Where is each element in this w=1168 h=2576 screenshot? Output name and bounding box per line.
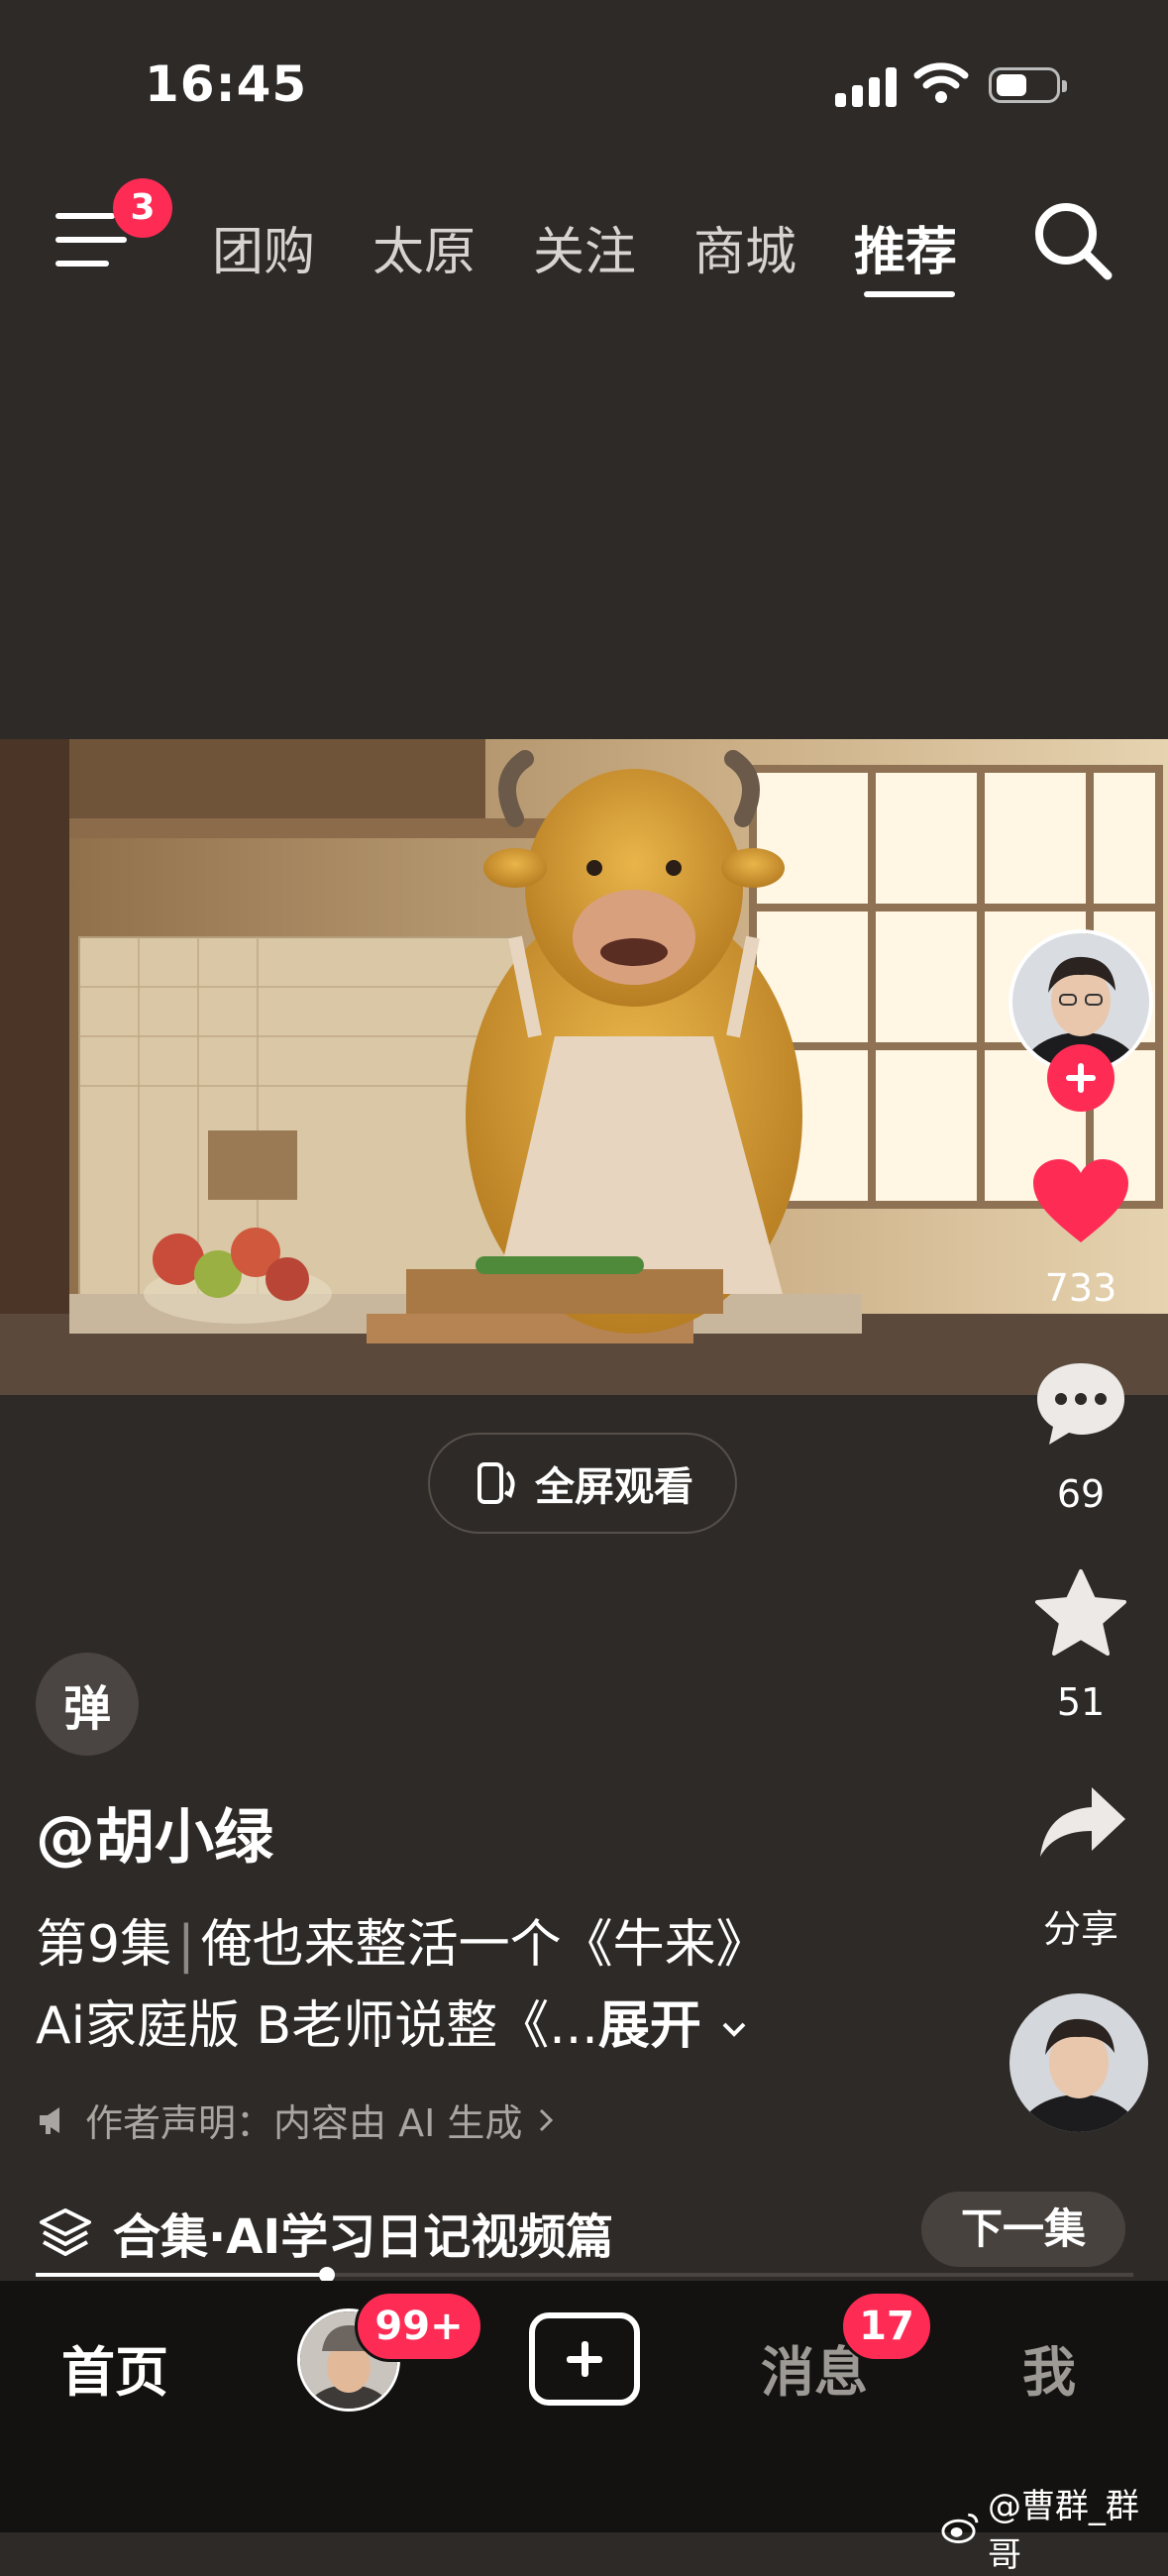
like-heart-icon[interactable] — [1031, 1157, 1130, 1246]
status-time: 16:45 — [145, 55, 308, 113]
fullscreen-button[interactable]: 全屏观看 — [428, 1433, 737, 1534]
megaphone-icon — [40, 2106, 59, 2134]
cellular-signal-icon — [835, 63, 901, 107]
active-tab-indicator — [864, 291, 955, 297]
messages-badge: 17 — [840, 2291, 933, 2362]
video-player[interactable] — [0, 739, 1168, 1395]
friends-badge: 99+ — [355, 2291, 483, 2362]
tab-following[interactable]: 关注 — [533, 210, 636, 284]
chevron-right-icon — [540, 2108, 554, 2131]
layers-icon — [40, 2208, 91, 2256]
create-post-button[interactable] — [529, 2312, 640, 2406]
share-arrow-icon[interactable] — [1036, 1783, 1129, 1863]
plus-icon — [567, 2341, 602, 2377]
watermark-text: @曹群_群哥 — [987, 2487, 1139, 2575]
rotate-phone-icon — [478, 1462, 515, 1504]
danmu-toggle-button[interactable]: 弹 — [36, 1653, 139, 1756]
tab-group-buy[interactable]: 团购 — [212, 210, 315, 284]
author-name[interactable]: @胡小绿 — [36, 1789, 273, 1876]
share-label: 分享 — [1042, 1907, 1118, 1951]
collection-link[interactable]: 合集·AI学习日记视频篇 — [38, 2198, 613, 2267]
tab-home[interactable]: 首页 — [61, 2328, 168, 2407]
description-text-1: 俺也来整活一个《牛来》 — [200, 1915, 768, 1975]
ai-statement-text: 作者声明：内容由 AI 生成 — [85, 2101, 523, 2145]
plus-icon — [1066, 1063, 1096, 1093]
tab-recommended[interactable]: 推荐 — [854, 210, 957, 284]
tab-taiyuan[interactable]: 太原 — [372, 210, 476, 284]
video-frame-image — [0, 739, 1168, 1395]
weibo-watermark: @曹群_群哥 — [941, 2479, 1168, 2576]
fullscreen-label: 全屏观看 — [535, 1464, 693, 1510]
tab-profile[interactable]: 我 — [1022, 2328, 1076, 2407]
video-progress-fill — [36, 2273, 327, 2277]
description-line-2: Ai家庭版 B老师说整《...展开 — [36, 1984, 749, 2058]
chevron-down-icon — [722, 2022, 746, 2037]
music-disc-avatar[interactable] — [1009, 1993, 1148, 2132]
expand-button[interactable]: 展开 — [598, 1996, 749, 2056]
follow-button[interactable] — [1047, 1044, 1115, 1112]
collection-title: 合集·AI学习日记视频篇 — [113, 2209, 614, 2265]
search-icon[interactable] — [1030, 198, 1115, 283]
description-line-1: 第9集 | 俺也来整活一个《牛来》 — [36, 1915, 768, 1975]
battery-icon — [989, 67, 1067, 103]
menu-notification-badge: 3 — [113, 178, 172, 238]
description-text-2: Ai家庭版 B老师说整《... — [36, 1996, 598, 2056]
weibo-logo-icon — [941, 2513, 979, 2544]
favorite-star-icon[interactable] — [1033, 1567, 1128, 1659]
comment-icon[interactable] — [1033, 1359, 1128, 1449]
tab-mall[interactable]: 商城 — [693, 210, 796, 284]
next-episode-button[interactable]: 下一集 — [921, 2192, 1125, 2267]
like-count: 733 — [1044, 1266, 1117, 1310]
ai-statement[interactable]: 作者声明：内容由 AI 生成 — [36, 2093, 556, 2147]
comment-count: 69 — [1056, 1472, 1106, 1516]
favorite-count: 51 — [1056, 1680, 1106, 1724]
episode-label: 第9集 — [36, 1915, 172, 1975]
wifi-icon — [913, 62, 969, 103]
